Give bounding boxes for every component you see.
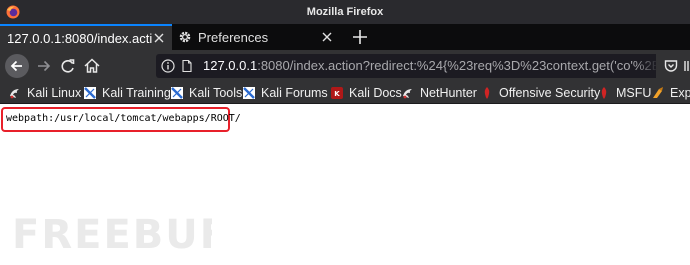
title-bar: Mozilla Firefox	[0, 0, 690, 24]
kali-dragon-icon	[10, 89, 19, 99]
svg-text:K: K	[334, 90, 340, 98]
bookmark-exploit-db[interactable]: Expl	[651, 82, 690, 104]
freebuf-watermark: FREEBUF	[12, 212, 212, 252]
more-tools-icon[interactable]	[684, 59, 690, 73]
bookmark-offensive-security[interactable]: Offensive Security	[480, 82, 600, 104]
bookmark-nethunter[interactable]: NetHunter	[401, 82, 477, 104]
pocket-icon[interactable]	[664, 59, 678, 73]
kali-forums-icon	[243, 87, 255, 99]
tab-preferences[interactable]: Preferences	[178, 24, 340, 50]
kali-training-icon	[84, 87, 96, 99]
url-bar[interactable]: 127.0.0.1:8080/index.action?redirect:%24…	[156, 54, 690, 78]
msfu-icon	[601, 87, 607, 99]
tab-index-action[interactable]: 127.0.0.1:8080/index.action	[0, 24, 172, 50]
toolbar-right	[656, 54, 690, 78]
exploit-db-icon	[653, 87, 663, 98]
bookmarks-toolbar: Kali Linux Kali Training Kali Tools Kali…	[0, 82, 690, 104]
kali-tools-icon	[171, 87, 183, 99]
page-icon	[182, 59, 192, 73]
info-icon[interactable]	[161, 59, 175, 73]
gear-icon	[179, 31, 191, 43]
bookmark-kali-training[interactable]: Kali Training	[83, 82, 171, 104]
url-rest: :8080/index.action?redirect:%24{%23req%3…	[257, 58, 661, 73]
forward-arrow-icon[interactable]	[33, 55, 55, 77]
url-host: 127.0.0.1	[203, 58, 258, 73]
kali-docs-icon: K	[331, 87, 343, 99]
bookmark-kali-linux[interactable]: Kali Linux	[8, 82, 81, 104]
back-arrow-icon[interactable]	[5, 54, 29, 78]
nethunter-icon	[403, 89, 412, 99]
bookmark-kali-tools[interactable]: Kali Tools	[170, 82, 242, 104]
url-text: 127.0.0.1:8080/index.action?redirect:%24…	[203, 54, 660, 78]
close-icon[interactable]	[152, 31, 166, 45]
navigation-bar: 127.0.0.1:8080/index.action?redirect:%24…	[0, 50, 690, 82]
home-icon[interactable]	[81, 55, 103, 77]
bookmark-msfu[interactable]: MSFU	[597, 82, 651, 104]
close-icon[interactable]	[320, 30, 334, 44]
tab-label: Preferences	[198, 29, 269, 45]
webpath-output: webpath:/usr/local/tomcat/webapps/ROOT/	[1, 107, 241, 132]
new-tab-icon[interactable]	[350, 26, 370, 48]
tab-label: 127.0.0.1:8080/index.action	[7, 30, 152, 46]
bookmark-kali-forums[interactable]: Kali Forums	[242, 82, 328, 104]
tab-strip: 127.0.0.1:8080/index.action Preferences	[0, 24, 690, 50]
window-title: Mozilla Firefox	[306, 6, 384, 18]
bookmark-kali-docs[interactable]: K Kali Docs	[330, 82, 402, 104]
offsec-icon	[484, 87, 490, 99]
reload-icon[interactable]	[57, 55, 79, 77]
svg-text:FREEBUF: FREEBUF	[12, 212, 212, 252]
url-fade	[636, 54, 658, 78]
